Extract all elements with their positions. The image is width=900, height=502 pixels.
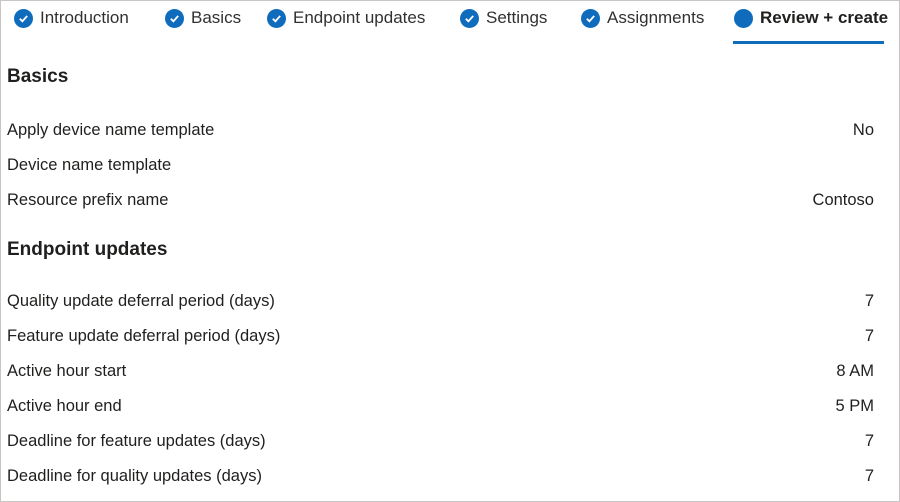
tab-settings[interactable]: Settings: [460, 6, 547, 30]
tab-review-create[interactable]: Review + create: [734, 6, 888, 30]
row-label: Quality update deferral period (days): [7, 291, 275, 310]
summary-row: Resource prefix name Contoso: [7, 188, 874, 212]
tab-label: Basics: [191, 8, 242, 27]
tab-basics[interactable]: Basics: [165, 6, 241, 30]
row-value: 7: [864, 466, 874, 485]
tab-label: Assignments: [607, 8, 705, 27]
checkmark-icon: [267, 8, 286, 28]
row-label: Resource prefix name: [7, 190, 169, 209]
summary-row: Deadline for quality updates (days) 7: [7, 464, 874, 488]
row-value: 7: [864, 291, 874, 310]
section-title-basics: Basics: [7, 66, 69, 87]
row-value: 7: [864, 326, 874, 345]
tab-label: Introduction: [40, 8, 129, 27]
row-label: Deadline for feature updates (days): [7, 431, 266, 450]
tab-assignments[interactable]: Assignments: [581, 6, 704, 30]
summary-row: Quality update deferral period (days) 7: [7, 289, 874, 313]
summary-row: Active hour start 8 AM: [7, 359, 874, 383]
row-value: 7: [864, 431, 874, 450]
row-label: Active hour start: [7, 361, 127, 380]
row-label: Apply device name template: [7, 120, 215, 139]
row-label: Device name template: [7, 155, 172, 174]
row-value: 8 AM: [836, 361, 874, 380]
tab-label: Review + create: [760, 8, 889, 27]
tab-endpoint-updates[interactable]: Endpoint updates: [267, 6, 425, 30]
tab-introduction[interactable]: Introduction: [14, 6, 129, 30]
row-value: No: [852, 120, 874, 139]
section-title-endpoint-updates: Endpoint updates: [7, 239, 168, 260]
row-label: Feature update deferral period (days): [7, 326, 281, 345]
row-label: Deadline for quality updates (days): [7, 466, 262, 485]
summary-row: Device name template: [7, 153, 874, 177]
active-tab-indicator: [733, 41, 884, 44]
row-value: Contoso: [812, 190, 874, 209]
wizard-tabs: Introduction Basics Endpoint updates Set…: [0, 0, 900, 44]
summary-row: Apply device name template No: [7, 118, 874, 142]
checkmark-icon: [165, 8, 184, 28]
summary-row: Deadline for feature updates (days) 7: [7, 429, 874, 453]
current-step-icon: [734, 8, 753, 28]
checkmark-icon: [581, 8, 600, 28]
tab-label: Settings: [486, 8, 548, 27]
row-label: Active hour end: [7, 396, 122, 415]
tab-label: Endpoint updates: [293, 8, 426, 27]
summary-row: Active hour end 5 PM: [7, 394, 874, 418]
row-value: 5 PM: [835, 396, 874, 415]
summary-row: Feature update deferral period (days) 7: [7, 324, 874, 348]
checkmark-icon: [14, 8, 33, 28]
checkmark-icon: [460, 8, 479, 28]
